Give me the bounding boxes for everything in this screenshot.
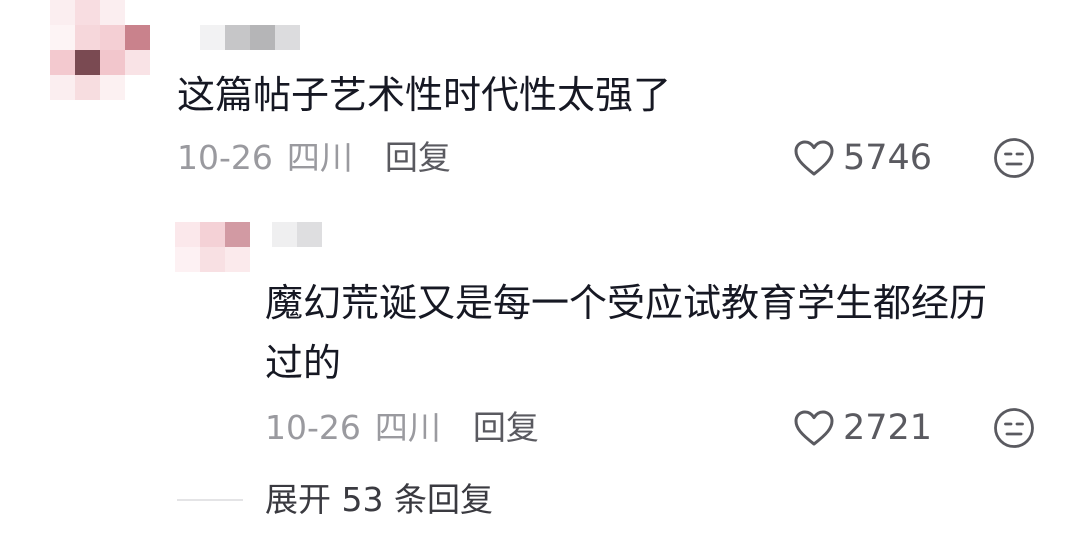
username[interactable] <box>200 25 300 50</box>
expand-replies-button[interactable]: 展开 53 条回复 <box>265 480 493 520</box>
comment-date: 10-26 <box>177 138 273 177</box>
reply-date: 10-26 <box>265 408 361 447</box>
comment-meta: 10-26 四川 回复 <box>177 138 451 178</box>
reply-username[interactable] <box>272 222 322 247</box>
meh-face-icon[interactable] <box>993 407 1035 449</box>
reply-button[interactable]: 回复 <box>385 138 451 178</box>
reply-meta: 10-26 四川 回复 <box>265 408 539 448</box>
reply-reply-button[interactable]: 回复 <box>473 408 539 448</box>
avatar[interactable] <box>50 0 150 100</box>
reply-location: 四川 <box>374 408 441 447</box>
meh-face-icon[interactable] <box>993 137 1035 179</box>
like-count: 5746 <box>843 138 933 178</box>
heart-outline-icon <box>793 139 835 177</box>
reply-like-count: 2721 <box>843 408 933 448</box>
comment-text: 这篇帖子艺术性时代性太强了 <box>177 73 672 117</box>
reply-like-button[interactable]: 2721 <box>793 408 932 448</box>
reply-avatar[interactable] <box>175 222 250 272</box>
heart-outline-icon <box>793 409 835 447</box>
reply-text-line-1: 魔幻荒诞又是每一个受应试教育学生都经历 <box>265 281 988 325</box>
divider <box>177 499 243 501</box>
like-button[interactable]: 5746 <box>793 138 932 178</box>
reply-text-line-2: 过的 <box>265 341 342 385</box>
comment-location: 四川 <box>286 138 353 177</box>
